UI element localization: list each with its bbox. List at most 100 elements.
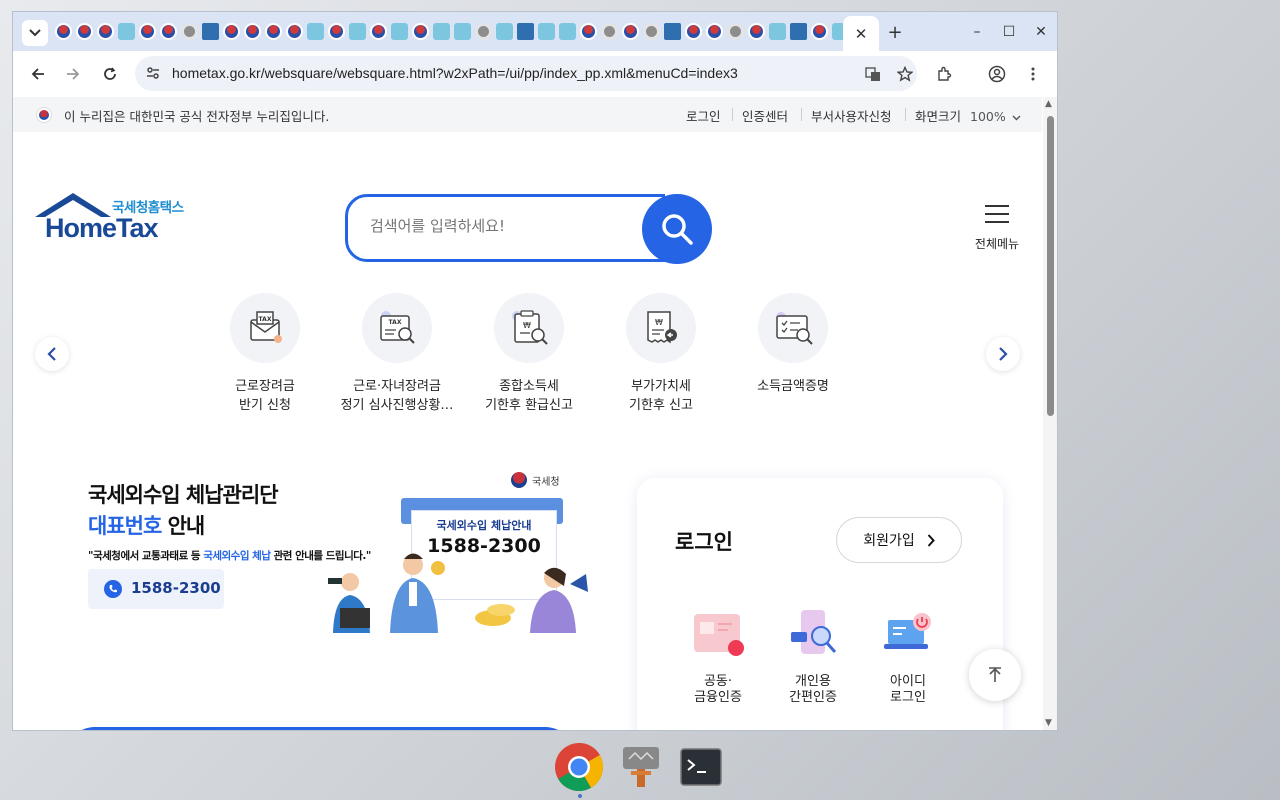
carousel-next-button[interactable] — [986, 337, 1020, 371]
tab-favicon-icon[interactable] — [454, 23, 471, 40]
browser-window: ✕ + – ☐ ✕ hometax.go.kr/websquare/websqu… — [12, 11, 1058, 731]
login-option-label: 아이디 로그인 — [890, 674, 926, 705]
tab-favicon-icon[interactable] — [181, 23, 198, 40]
close-window-button[interactable]: ✕ — [1029, 21, 1053, 43]
tab-favicon-icon[interactable] — [76, 23, 93, 40]
tab-favicon-icon[interactable] — [790, 23, 807, 40]
util-link-cert-center[interactable]: 인증센터 — [742, 106, 788, 125]
more-menu-icon[interactable] — [1022, 63, 1044, 85]
tab-favicon-icon[interactable] — [748, 23, 765, 40]
tab-favicon-icon[interactable] — [286, 23, 303, 40]
tab-favicon-icon[interactable] — [811, 23, 828, 40]
tab-favicon-icon[interactable] — [391, 23, 408, 40]
chrome-app-icon[interactable] — [554, 742, 604, 792]
tab-favicon-icon[interactable] — [664, 23, 681, 40]
full-menu-label: 전체메뉴 — [974, 237, 1020, 251]
util-link-login[interactable]: 로그인 — [686, 106, 721, 125]
scroll-up-icon[interactable]: ▲ — [1045, 99, 1052, 109]
chevron-down-icon — [29, 29, 41, 37]
page-scrollbar[interactable]: ▲ ▼ — [1043, 97, 1057, 730]
carousel-prev-button[interactable] — [35, 337, 69, 371]
tab-favicon-icon[interactable] — [643, 23, 660, 40]
page-viewport: 이 누리집은 대한민국 공식 전자정부 누리집입니다. 로그인 인증센터 부서사… — [13, 97, 1042, 730]
tab-favicon-icon[interactable] — [475, 23, 492, 40]
tab-favicon-icon[interactable] — [769, 23, 786, 40]
phone-icon — [104, 580, 122, 598]
search-button[interactable] — [642, 194, 712, 264]
tab-favicon-icon[interactable] — [622, 23, 639, 40]
tab-favicon-icon[interactable] — [370, 23, 387, 40]
quick-menu-item[interactable]: ₩ 부가가치세 기한후 신고 — [596, 293, 726, 415]
tab-favicon-icon[interactable] — [727, 23, 744, 40]
new-tab-button[interactable]: + — [883, 20, 907, 44]
promo-title: 국세외수입 체납관리단 — [88, 483, 279, 507]
scroll-to-top-button[interactable] — [969, 649, 1021, 701]
tab-favicon-icon[interactable] — [55, 23, 72, 40]
tab-favicon-icon[interactable] — [601, 23, 618, 40]
maximize-button[interactable]: ☐ — [997, 21, 1021, 43]
quick-menu-item[interactable]: TAX 근로·자녀장려금 정기 심사진행상황… — [332, 293, 462, 415]
tab-favicon-icon[interactable] — [118, 23, 135, 40]
tab-favicon-icon[interactable] — [706, 23, 723, 40]
back-button[interactable] — [25, 61, 51, 87]
tab-favicon-icon[interactable] — [349, 23, 366, 40]
util-link-dept-user[interactable]: 부서사용자신청 — [811, 106, 892, 125]
tab-favicon-icon[interactable] — [496, 23, 513, 40]
tab-favicon-icon[interactable] — [202, 23, 219, 40]
id-login-button[interactable]: 아이디 로그인 — [863, 608, 953, 706]
hometax-logo[interactable]: 국세청홈택스 HomeTax — [35, 191, 205, 251]
joint-cert-login-button[interactable]: 공동· 금융인증 — [673, 608, 763, 706]
address-bar[interactable]: hometax.go.kr/websquare/websquare.html?w… — [135, 56, 917, 91]
tab-strip: ✕ + – ☐ ✕ — [13, 12, 1057, 51]
scroll-thumb[interactable] — [1047, 116, 1054, 416]
site-info-icon[interactable] — [145, 65, 161, 85]
search-box — [345, 194, 665, 262]
arrow-left-icon — [31, 68, 44, 80]
gov-banner-text: 이 누리집은 대한민국 공식 전자정부 누리집입니다. — [64, 109, 330, 124]
tab-favicon-icon[interactable] — [265, 23, 282, 40]
forward-button[interactable] — [60, 61, 86, 87]
tab-favicon-icon[interactable] — [244, 23, 261, 40]
tab-favicon-icon[interactable] — [517, 23, 534, 40]
quick-menu-item[interactable]: 소득금액증명 — [728, 293, 858, 396]
simple-auth-login-button[interactable]: 개인용 간편인증 — [768, 608, 858, 706]
tab-favicon-icon[interactable] — [160, 23, 177, 40]
search-input[interactable] — [370, 217, 630, 235]
scroll-down-icon[interactable]: ▼ — [1045, 718, 1052, 728]
url-text[interactable]: hometax.go.kr/websquare/websquare.html?w… — [172, 65, 738, 81]
quick-menu-item[interactable]: ₩ 종합소득세 기한후 환급신고 — [464, 293, 594, 415]
tab-favicon-icon[interactable] — [559, 23, 576, 40]
tab-favicon-icon[interactable] — [223, 23, 240, 40]
extensions-icon[interactable] — [933, 63, 955, 85]
text-editor-app-icon[interactable] — [616, 742, 666, 792]
tab-favicon-icon[interactable] — [97, 23, 114, 40]
bookmark-star-icon[interactable] — [895, 64, 915, 84]
signup-button[interactable]: 회원가입 — [836, 517, 962, 563]
profile-icon[interactable] — [986, 63, 1008, 85]
quick-menu-item[interactable]: TAX 근로장려금 반기 신청 — [200, 293, 330, 415]
tab-search-button[interactable] — [22, 20, 48, 46]
translate-icon[interactable] — [863, 64, 883, 84]
minimize-button[interactable]: – — [965, 21, 989, 43]
tab-favicon-icon[interactable] — [685, 23, 702, 40]
tab-favicon-icon[interactable] — [412, 23, 429, 40]
active-tab[interactable]: ✕ — [843, 16, 879, 51]
promo-banner[interactable]: 국세외수입 체납관리단 대표번호 안내 "국세청에서 교통과태료 등 국세외수입… — [68, 452, 588, 652]
reload-button[interactable] — [97, 61, 123, 87]
tab-favicon-icon[interactable] — [538, 23, 555, 40]
tax-envelope-icon: TAX — [230, 293, 300, 363]
tab-favicon-icon[interactable] — [580, 23, 597, 40]
terminal-app-icon[interactable] — [676, 742, 726, 792]
phone-search-icon — [783, 608, 843, 662]
tab-favicon-icon[interactable] — [433, 23, 450, 40]
close-icon[interactable]: ✕ — [855, 25, 868, 43]
tab-favicon-icon[interactable] — [139, 23, 156, 40]
zoom-control[interactable]: 화면크기 100% — [915, 106, 1021, 125]
tab-favicon-icon[interactable] — [307, 23, 324, 40]
tax-search-icon: TAX — [362, 293, 432, 363]
reload-icon — [104, 67, 116, 80]
full-menu-button[interactable]: 전체메뉴 — [971, 205, 1023, 252]
quick-menu-label: 종합소득세 기한후 환급신고 — [485, 379, 573, 413]
blue-banner-partial[interactable] — [65, 727, 575, 730]
tab-favicon-icon[interactable] — [328, 23, 345, 40]
